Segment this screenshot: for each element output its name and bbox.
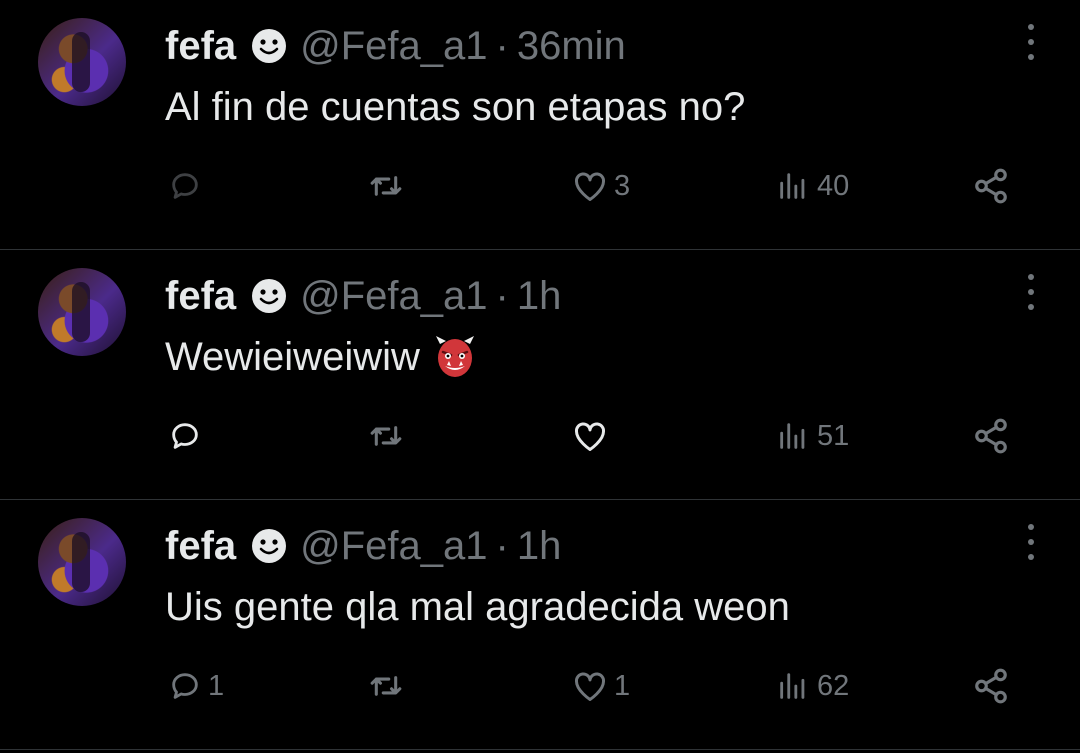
share-icon (972, 667, 1010, 705)
action-bar: 1 1 62 (0, 658, 1080, 714)
display-name[interactable]: fefa (165, 22, 236, 70)
action-bar: 3 40 (0, 158, 1080, 214)
retweet-button[interactable] (368, 158, 410, 214)
smiling-face-icon (250, 527, 288, 565)
more-options-icon[interactable] (1026, 274, 1036, 310)
tweet[interactable]: fefa @Fefa_a1 · 36min Al fin de cuentas … (0, 0, 1080, 250)
view-count: 51 (817, 419, 850, 452)
reply-icon (168, 669, 202, 703)
views-icon (775, 419, 811, 453)
heart-icon (572, 669, 608, 703)
avatar[interactable] (38, 518, 126, 606)
separator-dot: · (495, 524, 509, 568)
heart-icon (572, 419, 608, 453)
tweet[interactable]: fefa @Fefa_a1 · 1h Uis gente qla mal agr… (0, 500, 1080, 750)
tweet-text: Al fin de cuentas son etapas no? (165, 82, 745, 132)
share-icon (972, 417, 1010, 455)
share-button[interactable] (972, 658, 1010, 714)
reply-button[interactable]: 1 (168, 658, 224, 714)
display-name[interactable]: fefa (165, 272, 236, 320)
retweet-icon (368, 169, 404, 203)
reply-icon (168, 419, 202, 453)
smiling-face-icon (250, 277, 288, 315)
reply-button[interactable] (168, 158, 208, 214)
timestamp[interactable]: 1h (517, 272, 562, 320)
tweet-text: Uis gente qla mal agradecida weon (165, 582, 790, 632)
tweet-header: fefa @Fefa_a1 · 36min (165, 22, 626, 70)
retweet-icon (368, 419, 404, 453)
action-bar: 51 (0, 408, 1080, 464)
views-icon (775, 169, 811, 203)
retweet-button[interactable] (368, 658, 410, 714)
reply-button[interactable] (168, 408, 208, 464)
avatar[interactable] (38, 268, 126, 356)
views-button[interactable]: 62 (775, 658, 849, 714)
tweet[interactable]: fefa @Fefa_a1 · 1h Wewieiweiwiw 51 (0, 250, 1080, 500)
views-button[interactable]: 40 (775, 158, 849, 214)
separator-dot: · (495, 274, 509, 318)
smiling-face-icon (250, 27, 288, 65)
views-icon (775, 669, 811, 703)
tweet-header: fefa @Fefa_a1 · 1h (165, 522, 561, 570)
views-button[interactable]: 51 (775, 408, 849, 464)
like-button[interactable]: 3 (572, 158, 630, 214)
timestamp[interactable]: 1h (517, 522, 562, 570)
tweet-header: fefa @Fefa_a1 · 1h (165, 272, 561, 320)
timestamp[interactable]: 36min (517, 22, 626, 70)
like-button[interactable]: 1 (572, 658, 630, 714)
more-options-icon[interactable] (1026, 24, 1036, 60)
view-count: 40 (817, 169, 850, 202)
user-handle[interactable]: @Fefa_a1 (300, 522, 487, 570)
tweet-text: Wewieiweiwiw (165, 332, 476, 382)
user-handle[interactable]: @Fefa_a1 (300, 272, 487, 320)
ogre-emoji (434, 334, 476, 380)
avatar[interactable] (38, 18, 126, 106)
share-button[interactable] (972, 408, 1010, 464)
retweet-icon (368, 669, 404, 703)
tweet-text-content: Wewieiweiwiw (165, 335, 420, 379)
more-options-icon[interactable] (1026, 524, 1036, 560)
separator-dot: · (495, 24, 509, 68)
display-name[interactable]: fefa (165, 522, 236, 570)
reply-count: 1 (208, 669, 225, 702)
heart-icon (572, 169, 608, 203)
like-count: 1 (614, 669, 631, 702)
share-button[interactable] (972, 158, 1010, 214)
view-count: 62 (817, 669, 850, 702)
like-count: 3 (614, 169, 631, 202)
tweet-text-content: Al fin de cuentas son etapas no? (165, 85, 746, 129)
retweet-button[interactable] (368, 408, 410, 464)
tweet-text-content: Uis gente qla mal agradecida weon (165, 585, 790, 629)
like-button[interactable] (572, 408, 614, 464)
reply-icon (168, 169, 202, 203)
user-handle[interactable]: @Fefa_a1 (300, 22, 487, 70)
share-icon (972, 167, 1010, 205)
